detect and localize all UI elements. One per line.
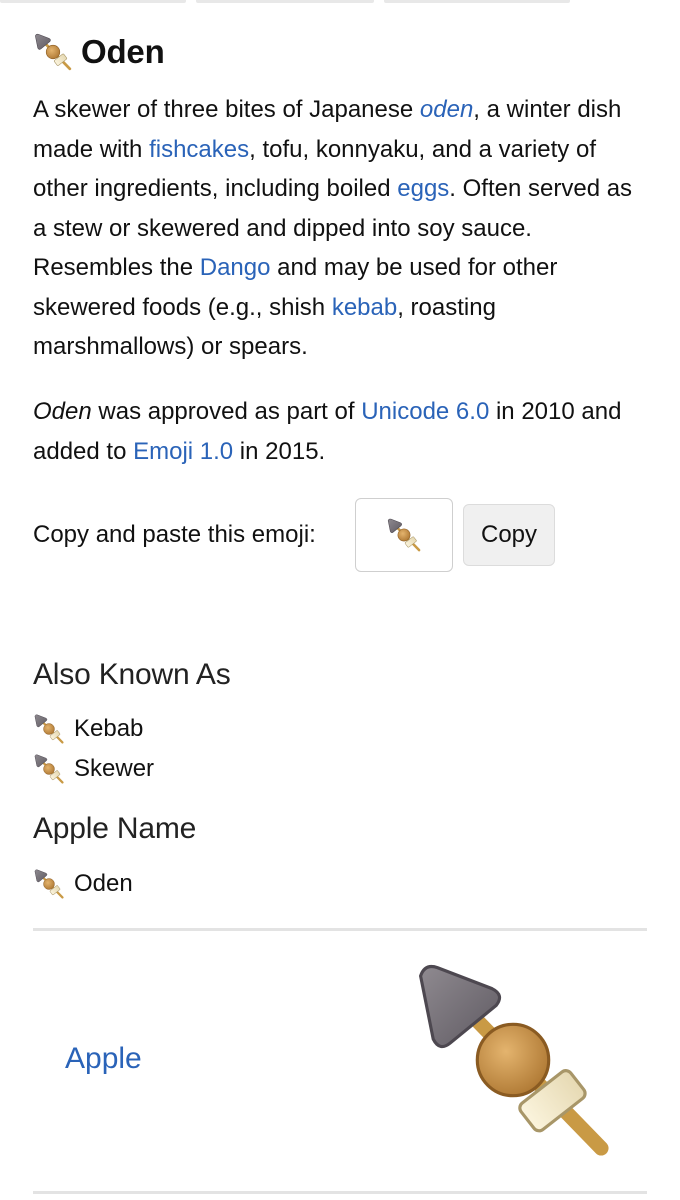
emoji-description: A skewer of three bites of Japanese oden… xyxy=(33,90,647,367)
oden-emoji-icon xyxy=(34,32,72,71)
list-item: Oden xyxy=(33,864,133,904)
emoji-copy-field[interactable] xyxy=(355,498,453,572)
page-title: Oden xyxy=(81,33,165,70)
oden-emoji-icon xyxy=(33,753,64,784)
link-oden-label: oden xyxy=(419,96,474,123)
also-known-as-list: Kebab Skewer xyxy=(33,709,154,789)
link-fishcakes[interactable]: fishcakes xyxy=(149,136,249,163)
tab-indicator xyxy=(384,0,570,3)
alias-label: Kebab xyxy=(74,715,144,742)
link-eggs[interactable]: eggs xyxy=(397,175,449,202)
apple-name-label: Oden xyxy=(74,870,133,897)
alias-label: Skewer xyxy=(74,755,155,782)
link-dango[interactable]: Dango xyxy=(200,254,271,281)
approval-text: in 2015. xyxy=(233,437,326,465)
link-unicode-version[interactable]: Unicode 6.0 xyxy=(361,398,489,425)
copy-label: Copy and paste this emoji: xyxy=(33,521,316,548)
also-known-as-heading: Also Known As xyxy=(33,658,231,691)
tab-indicator xyxy=(0,0,186,3)
link-emoji-version[interactable]: Emoji 1.0 xyxy=(133,438,233,465)
link-kebab[interactable]: kebab xyxy=(332,294,397,321)
divider xyxy=(33,928,647,931)
divider xyxy=(33,1191,647,1194)
oden-emoji-icon xyxy=(33,713,64,744)
top-tab-strip xyxy=(0,0,680,4)
apple-name-list: Oden xyxy=(33,864,133,904)
link-oden[interactable]: oden xyxy=(420,96,473,123)
approval-info: Oden was approved as part of Unicode 6.0… xyxy=(33,392,647,471)
oden-emoji-icon xyxy=(33,868,64,899)
list-item: Kebab xyxy=(33,709,154,749)
oden-emoji-icon xyxy=(386,517,421,552)
page-header: Oden xyxy=(33,30,165,74)
apple-name-heading: Apple Name xyxy=(33,812,197,845)
copy-section: Copy and paste this emoji: Copy xyxy=(33,498,647,572)
emoji-name-italic: Oden xyxy=(33,398,92,425)
copy-button[interactable]: Copy xyxy=(463,504,555,566)
description-text: A skewer of three bites of Japanese xyxy=(33,96,420,123)
list-item: Skewer xyxy=(33,749,154,789)
tab-indicator xyxy=(196,0,374,3)
approval-text: was approved as part of xyxy=(91,398,362,425)
oden-emoji-image xyxy=(393,955,633,1165)
vendor-link-apple[interactable]: Apple xyxy=(65,1042,142,1076)
